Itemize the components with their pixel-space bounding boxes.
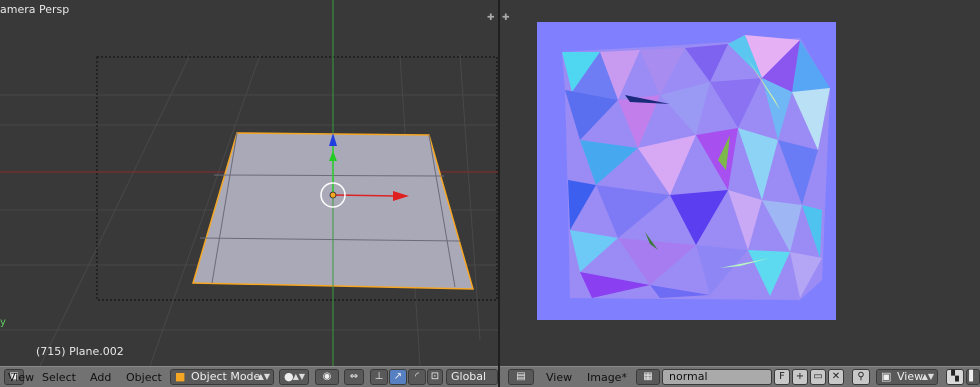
menu-view[interactable]: View — [546, 371, 572, 384]
close-icon[interactable]: ✕ — [828, 369, 844, 385]
image-editor-header: ▤ View Image* ▦ normal F + ▭ ✕ ⚲ ▣ View … — [500, 366, 980, 387]
editor-type-icon[interactable]: ▤ — [508, 369, 534, 385]
menu-add[interactable]: Add — [90, 371, 111, 384]
menu-object[interactable]: Object — [126, 371, 162, 384]
object-origin — [329, 191, 337, 199]
chevron-updown-icon: ▲▼ — [292, 372, 305, 381]
shading-dropdown[interactable]: ● ▲▼ — [279, 369, 309, 385]
3d-scene — [0, 0, 498, 366]
manipulator-scale-icon[interactable]: ◜ — [408, 369, 426, 385]
image-browse-icon[interactable]: ▦ — [636, 369, 660, 385]
view-mode-icon: ▣ — [881, 370, 892, 383]
chevron-updown-icon: ▲▼ — [257, 372, 270, 381]
menu-select[interactable]: Select — [42, 371, 76, 384]
manipulator-rotate-icon[interactable]: ↗ — [389, 369, 407, 385]
image-editor[interactable]: ✚ — [500, 0, 980, 366]
fake-user-button[interactable]: F — [774, 369, 790, 385]
cube-icon: ■ — [175, 370, 186, 383]
pivot-point-icon[interactable]: ◉ — [315, 369, 339, 385]
orientation-dropdown[interactable]: Global — [446, 369, 498, 385]
3d-view-header: ▣ View Select Add Object ■ Object Mode ▲… — [0, 366, 498, 387]
chevron-updown-icon: ▲▼ — [921, 372, 934, 381]
normal-map-triangles — [562, 35, 830, 300]
manipulator-extra-icon[interactable]: ⊡ — [427, 369, 443, 385]
object-info: (715) Plane.002 — [36, 345, 124, 358]
open-folder-icon[interactable]: ▭ — [810, 369, 826, 385]
view-mode-dropdown[interactable]: ▣ View ▲▼ — [876, 369, 938, 385]
new-image-icon[interactable]: + — [792, 369, 808, 385]
area-split-icon[interactable]: ✚ — [487, 13, 495, 23]
axis-indicator-label: y — [0, 317, 6, 328]
menu-view[interactable]: View — [8, 371, 34, 384]
checker-alpha-icon[interactable]: ▚ — [946, 369, 964, 385]
channels-icon[interactable]: ▌ — [966, 369, 980, 385]
orientation-label: Global — [451, 370, 487, 383]
manipulator-translate-icon[interactable]: ⊥ — [370, 369, 388, 385]
image-name-field[interactable]: normal — [662, 369, 772, 385]
viewport-title: amera Persp — [0, 3, 70, 16]
normal-map-canvas — [537, 22, 836, 320]
mode-dropdown[interactable]: ■ Object Mode ▲▼ — [170, 369, 274, 385]
mode-label: Object Mode — [191, 370, 261, 383]
3d-viewport[interactable]: amera Persp y (715) Plane.002 ✚ — [0, 0, 498, 366]
menu-image[interactable]: Image* — [587, 371, 627, 384]
manipulator-toggle-icon[interactable]: ⇔ — [344, 369, 364, 385]
view-mode-label: View — [897, 370, 924, 383]
pin-icon[interactable]: ⚲ — [852, 369, 870, 385]
